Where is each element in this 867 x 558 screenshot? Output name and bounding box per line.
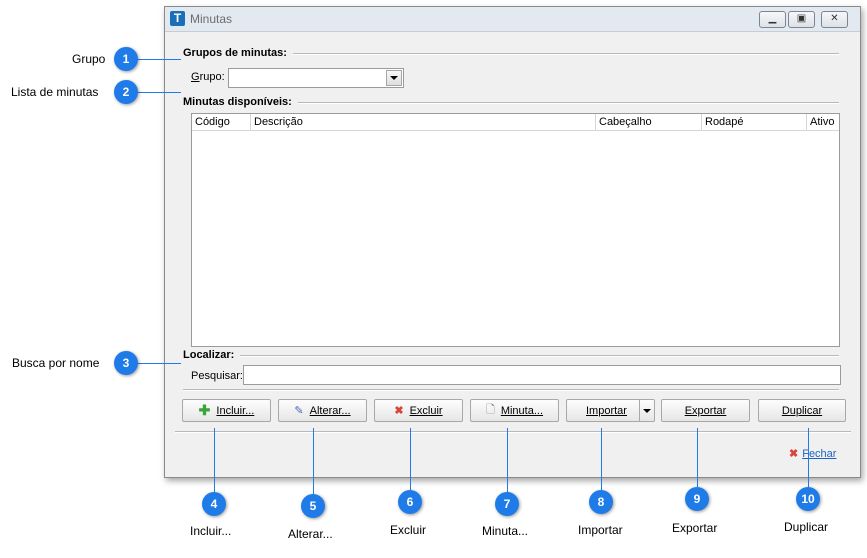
callout-line-alterar	[313, 428, 314, 494]
group-combo[interactable]	[228, 68, 404, 88]
callout-badge-grupo: 1	[114, 47, 138, 71]
callout-badge-duplicar: 10	[796, 487, 820, 511]
close-icon: ✖	[789, 448, 799, 460]
search-section-title: Localizar:	[183, 349, 241, 361]
maximize-icon: ▣	[796, 13, 807, 24]
minutas-window: T Minutas ▁ ▣ ✕ Grupos de minutas: Grupo…	[164, 6, 861, 478]
callout-text-minuta: Minuta...	[482, 524, 529, 538]
close-window-button[interactable]: ✕	[821, 11, 848, 28]
minuta-button[interactable]: 🗋 Minuta...	[470, 399, 559, 422]
importar-button[interactable]: Importar	[566, 399, 655, 422]
maximize-button[interactable]: ▣	[788, 11, 815, 28]
buttons-separator	[183, 389, 839, 391]
callout-line-excluir	[410, 428, 411, 490]
incluir-button[interactable]: ✚ Incluir...	[182, 399, 271, 422]
column-descricao[interactable]: Descrição	[251, 114, 596, 130]
callout-line-grupo	[136, 59, 181, 60]
column-cabecalho[interactable]: Cabeçalho	[596, 114, 702, 130]
callout-badge-exportar: 9	[685, 487, 709, 511]
dropdown-arrow-icon	[643, 409, 651, 413]
callout-line-lista	[136, 92, 181, 93]
title-bar[interactable]: T Minutas ▁ ▣ ✕	[165, 7, 860, 32]
callout-badge-importar: 8	[589, 490, 613, 514]
callout-badge-busca: 3	[114, 351, 138, 375]
window-title: Minutas	[190, 12, 233, 26]
column-rodape[interactable]: Rodapé	[702, 114, 807, 130]
delete-icon: ✖	[394, 405, 404, 417]
minutas-table[interactable]: Código Descrição Cabeçalho Rodapé Ativo	[191, 113, 840, 347]
callout-line-importar	[601, 428, 602, 490]
app-icon: T	[170, 11, 185, 26]
search-separator	[183, 355, 839, 357]
callout-badge-minuta: 7	[495, 492, 519, 516]
search-input[interactable]	[243, 365, 841, 385]
callout-badge-alterar: 5	[301, 494, 325, 518]
column-codigo[interactable]: Código	[192, 114, 251, 130]
callout-text-alterar: Alterar...	[288, 527, 333, 541]
callout-line-duplicar	[808, 428, 809, 487]
document-icon: 🗋	[485, 404, 495, 416]
chevron-down-icon[interactable]	[386, 70, 402, 86]
exportar-button[interactable]: Exportar	[661, 399, 750, 422]
callout-line-incluir	[214, 428, 215, 492]
callout-text-exportar: Exportar	[672, 521, 718, 535]
importar-dropdown[interactable]	[639, 400, 654, 421]
search-label: Pesquisar:	[191, 370, 243, 382]
fechar-link[interactable]: ✖ Fechar	[789, 447, 836, 460]
minimize-icon: ▁	[768, 13, 777, 24]
excluir-button[interactable]: ✖ Excluir	[374, 399, 463, 422]
column-ativo[interactable]: Ativo	[807, 114, 839, 130]
group-label: Grupo:	[191, 71, 225, 83]
callout-text-busca: Busca por nome	[12, 356, 100, 370]
callout-line-busca	[136, 363, 181, 364]
callout-text-incluir: Incluir...	[190, 524, 232, 538]
callout-badge-lista: 2	[114, 80, 138, 104]
minimize-button[interactable]: ▁	[759, 11, 786, 28]
callout-line-minuta	[507, 428, 508, 492]
callout-line-exportar	[697, 428, 698, 487]
pencil-icon: ✎	[294, 405, 304, 417]
list-section-title: Minutas disponíveis:	[183, 96, 298, 108]
plus-icon: ✚	[198, 402, 211, 418]
table-header: Código Descrição Cabeçalho Rodapé Ativo	[192, 114, 839, 131]
callout-text-excluir: Excluir	[390, 523, 427, 537]
alterar-button[interactable]: ✎ Alterar...	[278, 399, 367, 422]
footer-separator	[175, 431, 851, 433]
callout-text-duplicar: Duplicar	[784, 520, 829, 534]
close-icon: ✕	[830, 13, 839, 24]
callout-text-importar: Importar	[578, 523, 623, 537]
callout-text-grupo: Grupo	[72, 52, 106, 66]
callout-badge-excluir: 6	[398, 490, 422, 514]
group-section-title: Grupos de minutas:	[183, 47, 293, 59]
callout-text-lista: Lista de minutas	[11, 85, 99, 99]
duplicar-button[interactable]: Duplicar	[758, 399, 846, 422]
callout-badge-incluir: 4	[202, 492, 226, 516]
